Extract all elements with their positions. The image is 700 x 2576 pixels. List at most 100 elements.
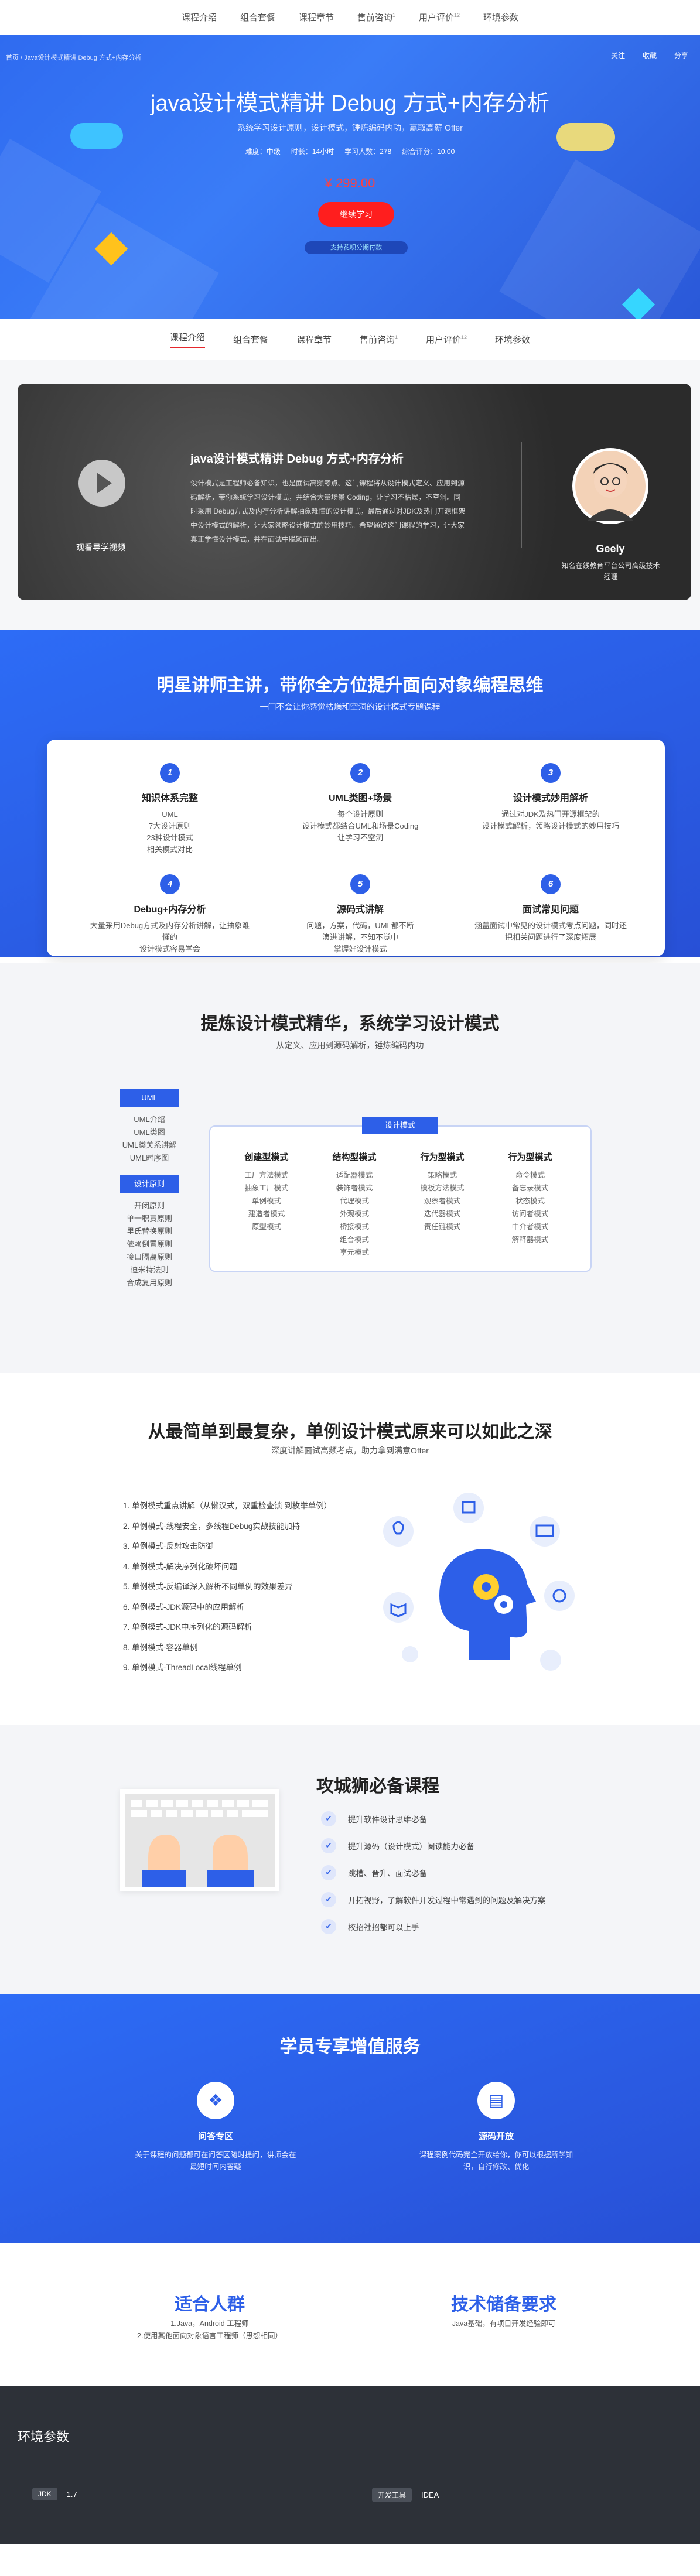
- env-section: 环境参数 JDK 1.7 开发工具 IDEA: [0, 2386, 700, 2544]
- principle-item: 单一职责原则: [126, 1214, 172, 1223]
- nav-item[interactable]: 组合套餐: [240, 11, 275, 23]
- meta-key: 综合评分：: [402, 148, 438, 156]
- pattern-column-title: 结构型模式: [332, 1152, 377, 1162]
- play-icon[interactable]: [78, 460, 125, 507]
- count-badge: 12: [454, 12, 460, 18]
- pattern-column: 行为型模式 策略模式 模板方法模式 观察者模式 迭代器模式 责任链模式: [401, 1151, 483, 1233]
- intro-card: 观看导学视频 java设计模式精讲 Debug 方式+内存分析 设计模式是工程师…: [18, 384, 691, 600]
- hero-tool[interactable]: 分享: [674, 50, 688, 60]
- principle-item: 迪米特法则: [130, 1265, 169, 1274]
- singleton-item: 4. 单例模式-解决序列化破坏问题: [123, 1562, 238, 1571]
- required-section: 攻城狮必备课程 ✔ 提升软件设计思维必备 ✔ 提升源码（设计模式）阅读能力必备 ✔ 跳槽、…: [0, 1725, 700, 1994]
- patterns-section: 提炼设计模式精华，系统学习设计模式 从定义、应用到源码解析，锤炼编码内功 UML…: [0, 963, 700, 1373]
- services-section: 学员专享增值服务 ❖ 问答专区 关于课程的问题都可在问答区随时提问，讲师会在最短…: [0, 1994, 700, 2243]
- uml-label: UML: [120, 1089, 179, 1107]
- count-badge: 1: [395, 334, 398, 340]
- pattern-item: 访问者模式: [511, 1210, 549, 1218]
- intro-description: 设计模式是工程师必备知识，也是面试高频考点。这门课程将从设计模式定义、应用到源码…: [190, 479, 466, 543]
- services-title: 学员专享增值服务: [279, 2037, 421, 2057]
- singleton-item: 6. 单例模式-JDK源码中的应用解析: [123, 1602, 245, 1612]
- pattern-item: 代理模式: [339, 1197, 369, 1205]
- audience-desc: 1.Java，Android 工程师 2.使用其他面向对象语言工程师（思想相同）: [137, 2320, 282, 2340]
- feature-desc: 大量采用Debug方式及内存分析讲解，让抽象难懂的 设计模式容易学会: [90, 921, 250, 953]
- patterns-title: 提炼设计模式精华，系统学习设计模式: [200, 1014, 500, 1034]
- tab-item[interactable]: 课程章节: [296, 333, 332, 345]
- feature-number: 4: [160, 874, 180, 894]
- feature-number: 5: [350, 874, 370, 894]
- pattern-column-title: 行为型模式: [420, 1152, 465, 1162]
- service-desc: 关于课程的问题都可在问答区随时提问，讲师会在最短时间内答疑: [135, 2151, 296, 2171]
- feature-number: 6: [541, 874, 561, 894]
- pattern-item: 策略模式: [427, 1171, 457, 1179]
- avatar: [572, 448, 648, 524]
- tab-item[interactable]: 用户评价12: [426, 333, 467, 345]
- feature-desc: 涵盖面试中常见的设计模式考点问题，同时还 把相关问题进行了深度拓展: [474, 921, 627, 942]
- check-icon: ✔: [321, 1865, 336, 1880]
- pattern-item: 状态模式: [515, 1197, 545, 1205]
- env-tag: JDK: [32, 2488, 57, 2500]
- count-badge: 1: [392, 12, 396, 18]
- tab-item[interactable]: 售前咨询1: [360, 333, 398, 345]
- tab-item[interactable]: 组合套餐: [233, 333, 268, 345]
- check-icon: ✔: [321, 1892, 336, 1907]
- service-desc: 课程案例代码完全开放给你，你可以根据所学知识，自行修改、优化: [419, 2151, 573, 2171]
- tab-item[interactable]: 课程介绍: [169, 331, 205, 348]
- singleton-item: 7. 单例模式-JDK中序列化的源码解析: [123, 1623, 252, 1631]
- meta-key: 学习人数：: [344, 148, 380, 156]
- nav-item[interactable]: 环境参数: [483, 11, 518, 23]
- service-qa: ❖ 问答专区 关于课程的问题都可在问答区随时提问，讲师会在最短时间内答疑: [134, 2082, 298, 2173]
- pattern-item: 责任链模式: [424, 1223, 461, 1231]
- principle-item: 依赖倒置原则: [126, 1240, 172, 1248]
- pattern-item: 原型模式: [251, 1223, 281, 1231]
- tab-item[interactable]: 环境参数: [495, 333, 530, 345]
- pattern-item: 建造者模式: [248, 1210, 285, 1218]
- principles-label: 设计原则: [120, 1175, 179, 1193]
- requirements-title: 技术储备要求: [451, 2295, 556, 2314]
- uml-item: UML时序图: [129, 1154, 169, 1162]
- hero-tool[interactable]: 收藏: [643, 50, 657, 60]
- pattern-column-title: 创建型模式: [244, 1152, 289, 1162]
- hero-tool[interactable]: 关注: [611, 50, 625, 60]
- env-value: 1.7: [66, 2489, 77, 2499]
- nav-item[interactable]: 用户评价12: [419, 11, 460, 23]
- uml-item: UML介绍: [134, 1115, 165, 1124]
- check-icon: ✔: [321, 1811, 336, 1826]
- meta-value: 278: [380, 148, 392, 156]
- features-subtitle: 一门不会让你感觉枯燥和空洞的设计模式专题课程: [259, 702, 441, 711]
- top-nav: 课程介绍 组合套餐 课程章节 售前咨询1 用户评价12 环境参数: [0, 0, 700, 35]
- intro-title: java设计模式精讲 Debug 方式+内存分析: [190, 453, 404, 466]
- teacher-title: 知名在线教育平台公司高级技术经理: [561, 562, 660, 581]
- installment-badge[interactable]: 支持花呗分期付款: [305, 241, 408, 254]
- feature-item: 2 UML类图+场景 每个设计原则 设计模式都结合UML和场景Coding 让学习不空洞: [278, 763, 442, 844]
- singleton-item: 5. 单例模式-反编译深入解析不同单例的效果差异: [123, 1582, 293, 1591]
- breadcrumb[interactable]: 首页 \ Java设计模式精讲 Debug 方式+内存分析: [6, 53, 141, 62]
- nav-item[interactable]: 售前咨询1: [357, 11, 395, 23]
- count-badge: 12: [461, 334, 467, 340]
- meta-item: 学习人数：278: [344, 146, 391, 156]
- pattern-item: 中介者模式: [511, 1223, 549, 1231]
- principles-list: 开闭原则 单一职责原则 里氏替换原则 依赖倒置原则 接口隔离原则 迪米特法则 合成复用原则: [120, 1199, 179, 1289]
- singleton-item: 8. 单例模式-容器单例: [123, 1643, 198, 1652]
- nav-item[interactable]: 课程介绍: [182, 11, 217, 23]
- continue-learning-button[interactable]: 继续学习: [318, 202, 394, 227]
- course-title: java设计模式精讲 Debug 方式+内存分析: [151, 91, 549, 116]
- singleton-item: 1. 单例模式重点讲解（从懒汉式，双重检查锁 到枚举单例）: [123, 1501, 332, 1510]
- teacher-name: Geely: [596, 543, 625, 555]
- pattern-item: 享元模式: [339, 1248, 369, 1257]
- check-icon: ✔: [321, 1838, 336, 1853]
- meta-item: 综合评分：10.00: [402, 146, 455, 156]
- required-item: ✔ 开拓视野，了解软件开发过程中常遇到的问题及解决方案: [321, 1886, 546, 1913]
- feature-title: 知识体系完整: [141, 793, 198, 803]
- singleton-item: 9. 单例模式-ThreadLocal线程单例: [123, 1663, 242, 1672]
- pattern-item: 装饰者模式: [336, 1184, 373, 1192]
- required-text: 跳槽、晋升、面试必备: [348, 1869, 427, 1878]
- meta-value: 中级: [266, 148, 281, 156]
- nav-item[interactable]: 课程章节: [299, 11, 334, 23]
- feature-desc: 通过对JDK及热门开源框架的 设计模式解析，领略设计模式的妙用技巧: [482, 810, 619, 830]
- video-label[interactable]: 观看导学视频: [76, 542, 125, 553]
- principle-item: 里氏替换原则: [126, 1227, 172, 1236]
- pattern-item: 适配器模式: [336, 1171, 373, 1179]
- principle-item: 接口隔离原则: [126, 1253, 172, 1261]
- required-item: ✔ 提升软件设计思维必备: [321, 1805, 546, 1832]
- env-title: 环境参数: [18, 2430, 70, 2444]
